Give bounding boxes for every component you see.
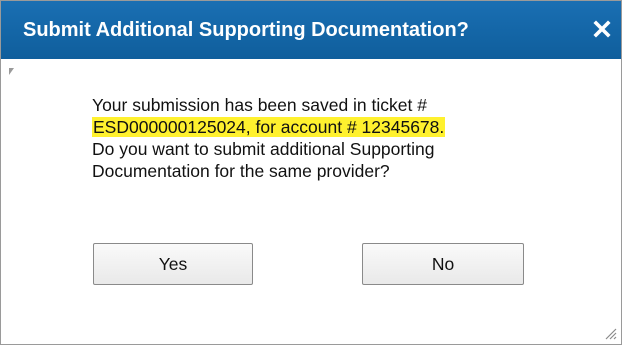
corner-marker-icon xyxy=(9,68,14,75)
message-line-4: Documentation for the same provider? xyxy=(92,161,390,181)
close-button[interactable] xyxy=(589,14,615,44)
dialog-title-bar[interactable]: Submit Additional Supporting Documentati… xyxy=(1,1,621,59)
no-button[interactable]: No xyxy=(362,243,524,285)
dialog-message: Your submission has been saved in ticket… xyxy=(92,94,572,182)
message-line-2: ESD000000125024, for account # 12345678. xyxy=(92,116,572,138)
confirm-dialog: Submit Additional Supporting Documentati… xyxy=(0,0,622,345)
close-icon xyxy=(593,20,611,38)
message-line-1: Your submission has been saved in ticket… xyxy=(92,95,427,115)
ticket-account-highlight: ESD000000125024, for account # 12345678. xyxy=(92,117,446,137)
yes-button[interactable]: Yes xyxy=(93,243,253,285)
message-line-3: Do you want to submit additional Support… xyxy=(92,139,435,159)
resize-grip-icon[interactable] xyxy=(603,326,617,340)
dialog-title: Submit Additional Supporting Documentati… xyxy=(23,19,469,41)
